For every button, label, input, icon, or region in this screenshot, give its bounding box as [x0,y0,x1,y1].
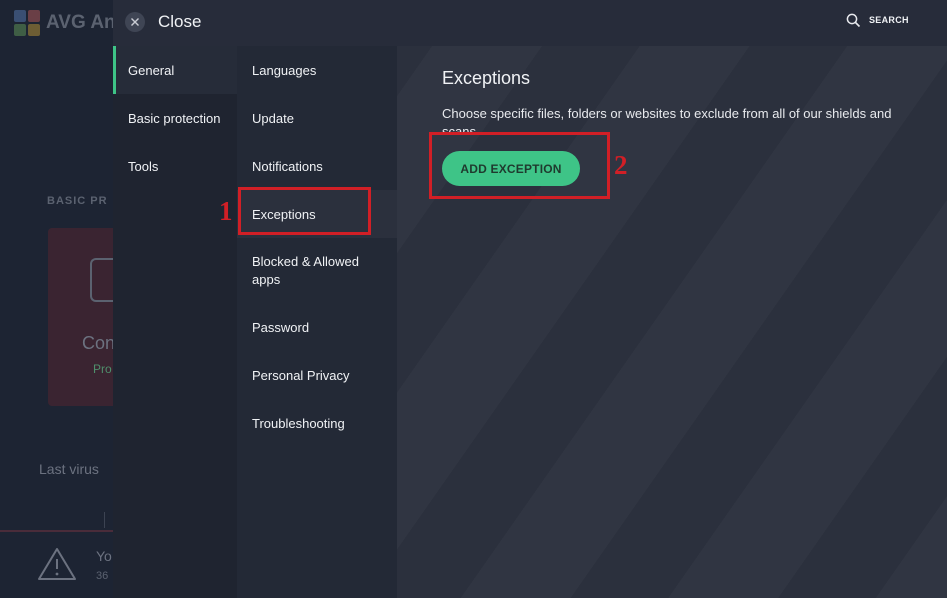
nav-languages-label: Languages [252,62,317,78]
bg-card-subtitle: Pro [93,362,112,376]
search-button[interactable]: SEARCH [846,11,909,29]
annotation-number-2: 2 [614,150,628,180]
nav-exceptions-label: Exceptions [252,206,316,222]
annotation-number-1: 1 [219,196,233,226]
bg-status-card [48,228,116,406]
page-title: Exceptions [442,68,531,88]
nav-notifications-label: Notifications [252,158,323,174]
page-description: Choose specific files, folders or websit… [442,106,892,133]
bg-divider [0,530,113,532]
nav-languages[interactable]: Languages [237,46,397,94]
avg-logo-icon [14,10,40,36]
nav-general-label: General [128,62,175,78]
nav-update[interactable]: Update [237,94,397,142]
nav-update-label: Update [252,110,294,126]
bg-warning-title: Yo [96,548,112,564]
nav-password-label: Password [252,319,310,335]
nav-troubleshooting[interactable]: Troubleshooting [237,399,397,447]
search-label: SEARCH [869,15,909,25]
nav-basic-protection-label: Basic protection [128,110,221,126]
bg-last-scan: Last virus [39,461,99,477]
bg-warning-subtitle: 36 [96,570,109,582]
nav-personal-privacy-label: Personal Privacy [252,367,350,383]
close-button[interactable]: Close [125,11,201,33]
nav-password[interactable]: Password [237,303,397,351]
nav-blocked-allowed-apps-label: Blocked & Allowed apps [252,254,359,287]
nav-personal-privacy[interactable]: Personal Privacy [237,351,397,399]
warning-icon [38,548,76,580]
nav-notifications[interactable]: Notifications [237,142,397,190]
add-exception-button[interactable]: ADD EXCEPTION [442,151,580,186]
bg-section-label: BASIC PR [47,195,108,207]
nav-tools-label: Tools [128,158,159,174]
bg-tick [104,512,105,528]
nav-exceptions[interactable]: Exceptions [237,190,397,238]
bg-card-title: Con [82,333,116,353]
nav-tools[interactable]: Tools [113,142,237,190]
secondary-nav: Languages Update Notifications Exception… [237,46,397,598]
nav-general[interactable]: General [113,46,237,94]
nav-basic-protection[interactable]: Basic protection [113,94,237,142]
app-logo: AVG An [14,8,116,38]
nav-troubleshooting-label: Troubleshooting [252,415,345,431]
close-icon [125,12,145,32]
search-icon [846,13,861,27]
nav-blocked-allowed-apps[interactable]: Blocked & Allowed apps [237,238,397,304]
close-label: Close [158,12,202,31]
app-name: AVG An [46,12,116,33]
primary-nav: General Basic protection Tools [113,46,237,598]
settings-header [113,0,947,46]
